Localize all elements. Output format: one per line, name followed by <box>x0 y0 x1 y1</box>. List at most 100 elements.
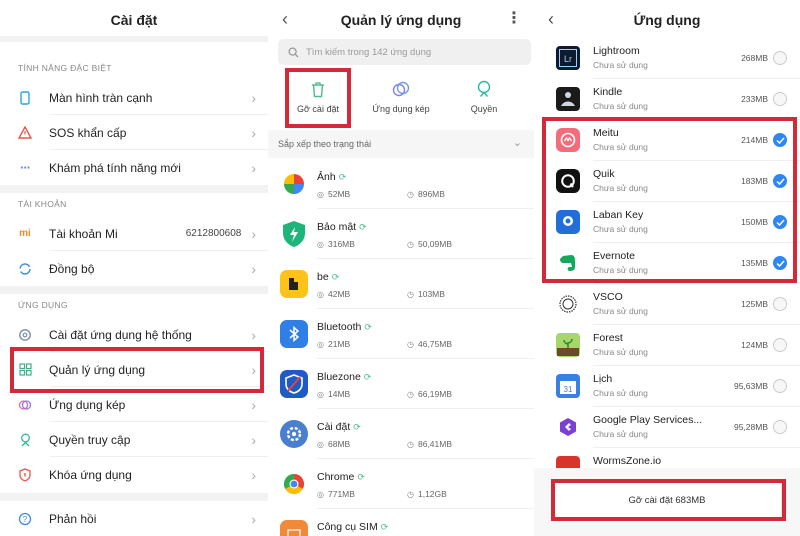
dual-apps-button[interactable]: Ứng dụng kép <box>361 70 441 114</box>
app-row[interactable]: Kindle Chưa sử dụng 233MB <box>534 79 800 120</box>
back-arrow-icon[interactable]: ‹ <box>282 9 288 30</box>
app-row[interactable]: 31 Lịch Chưa sử dụng 95,63MB <box>534 366 800 407</box>
app-row[interactable]: Bluetooth ⟳ ◎ 21MB ◷ 46,75MB <box>268 309 534 359</box>
app-row[interactable]: be ⟳ ◎ 42MB ◷ 103MB <box>268 259 534 309</box>
loading-icon: ⟳ <box>357 472 365 482</box>
more-options-icon[interactable]: ⋮ <box>506 8 522 28</box>
app-name: Chrome <box>317 471 355 483</box>
app-row[interactable]: Evernote Chưa sử dụng 135MB <box>534 243 800 284</box>
chevron-right-icon: › <box>251 124 256 141</box>
uninstall-button[interactable]: Gỡ cài đặt <box>278 70 358 114</box>
app-row[interactable]: Công cụ SIM ⟳ <box>268 509 534 536</box>
app-size: 52MB <box>327 189 351 199</box>
vsco-icon <box>556 292 580 316</box>
account-id: 6212800608 <box>185 228 242 239</box>
app-name: VSCO <box>593 291 623 303</box>
dots-icon: ··· <box>20 160 31 175</box>
app-storage: 896MB <box>417 189 445 199</box>
settings-title: Cài đặt <box>110 12 158 28</box>
app-size: 233MB <box>741 94 768 104</box>
app-storage: 1,12GB <box>417 489 447 499</box>
app-name: Ảnh <box>317 171 336 183</box>
permissions-button[interactable]: Quyền <box>444 70 524 114</box>
checkmark-icon <box>775 177 785 185</box>
checked-checkbox[interactable] <box>773 174 787 188</box>
chevron-right-icon: › <box>251 159 256 176</box>
settings-item-label: Đồng bộ <box>49 261 95 276</box>
quik-icon <box>556 169 580 193</box>
app-row[interactable]: Chrome ⟳ ◎ 771MB ◷ 1,12GB <box>268 459 534 509</box>
select-checkbox[interactable] <box>773 420 787 434</box>
feedback-icon: ? <box>18 512 32 526</box>
checked-checkbox[interactable] <box>773 133 787 147</box>
loading-icon: ⟳ <box>359 222 367 232</box>
gear-icon <box>18 328 32 342</box>
select-checkbox[interactable] <box>773 338 787 352</box>
app-size: 135MB <box>741 258 768 268</box>
storage-icon: ◷ <box>407 389 414 399</box>
settings-item-feedback[interactable]: ? Phản hồi › <box>0 501 268 536</box>
select-checkbox[interactable] <box>773 297 787 311</box>
settings-item-dual-apps[interactable]: Ứng dụng kép › <box>0 387 268 422</box>
section-apps: ỨNG DỤNG <box>18 300 68 310</box>
app-row[interactable]: Cài đặt ⟳ ◎ 68MB ◷ 86,41MB <box>268 409 534 459</box>
chevron-right-icon: › <box>251 396 256 413</box>
sim-tool-icon <box>280 520 308 536</box>
select-checkbox[interactable] <box>773 92 787 106</box>
app-name: WormsZone.io <box>593 455 662 467</box>
bluezone-icon <box>280 370 308 398</box>
search-input[interactable]: Tìm kiếm trong 142 ứng dụng <box>278 39 531 65</box>
select-checkbox[interactable] <box>773 51 787 65</box>
chevron-right-icon: › <box>251 89 256 106</box>
app-storage: 86,41MB <box>417 439 453 449</box>
settings-item-permissions[interactable]: Quyền truy cập › <box>0 422 268 457</box>
action-bar: Gỡ cài đặt Ứng dụng kép Quyền <box>268 70 534 124</box>
checkmark-icon <box>775 136 785 144</box>
app-row[interactable]: Lr Lightroom Chưa sử dụng 268MB <box>534 38 800 79</box>
settings-item-system-apps[interactable]: Cài đặt ứng dụng hệ thống › <box>0 317 268 352</box>
app-name: Quik <box>593 168 615 180</box>
manage-apps-panel: Quản lý ứng dụng ‹ ⋮ Tìm kiếm trong 142 … <box>268 0 534 536</box>
evernote-icon <box>556 251 580 275</box>
checked-checkbox[interactable] <box>773 215 787 229</box>
uninstall-selected-button[interactable]: Gỡ cài đặt 683MB <box>552 482 782 518</box>
settings-item-label: SOS khẩn cấp <box>49 125 127 140</box>
select-checkbox[interactable] <box>773 379 787 393</box>
app-name: Meitu <box>593 127 619 139</box>
app-size: 21MB <box>327 339 351 349</box>
sort-dropdown[interactable]: Sắp xếp theo trạng thái ⌄ <box>268 130 534 158</box>
settings-item-full-screen[interactable]: Màn hình tràn cạnh › <box>0 80 268 115</box>
app-row[interactable]: Quik Chưa sử dụng 183MB <box>534 161 800 202</box>
settings-item-manage-apps[interactable]: Quản lý ứng dụng › <box>0 352 268 387</box>
svg-text:?: ? <box>23 515 28 524</box>
app-row[interactable]: Laban Key Chưa sử dụng 150MB <box>534 202 800 243</box>
settings-item-discover[interactable]: ··· Khám phá tính năng mới › <box>0 150 268 185</box>
shield-icon <box>444 78 524 100</box>
checked-checkbox[interactable] <box>773 256 787 270</box>
back-arrow-icon[interactable]: ‹ <box>548 9 554 30</box>
app-size-icon: ◎ <box>317 239 324 249</box>
mi-icon: mi <box>19 228 31 239</box>
settings-item-app-lock[interactable]: Khóa ứng dụng › <box>0 457 268 492</box>
settings-item-sos[interactable]: SOS khẩn cấp › <box>0 115 268 150</box>
section-account: TÀI KHOẢN <box>18 199 67 209</box>
app-row[interactable]: Meitu Chưa sử dụng 214MB <box>534 120 800 161</box>
checkmark-icon <box>775 259 785 267</box>
settings-panel: Cài đặt TÍNH NĂNG ĐẶC BIỆT Màn hình tràn… <box>0 0 268 536</box>
app-size: 42MB <box>327 289 351 299</box>
app-row[interactable]: VSCO Chưa sử dụng 125MB <box>534 284 800 325</box>
permission-icon <box>18 433 32 447</box>
settings-item-mi-account[interactable]: mi Tài khoản Mi 6212800608 › <box>0 216 268 251</box>
manage-apps-title: Quản lý ứng dụng <box>340 12 462 28</box>
settings-item-sync[interactable]: Đồng bộ › <box>0 251 268 286</box>
app-row[interactable]: Google Play Services... Chưa sử dụng 95,… <box>534 407 800 448</box>
app-size: 14MB <box>327 389 351 399</box>
app-size: 124MB <box>741 340 768 350</box>
app-size-icon: ◎ <box>317 289 324 299</box>
app-row[interactable]: Bluezone ⟳ ◎ 14MB ◷ 66,19MB <box>268 359 534 409</box>
app-row[interactable]: Forest Chưa sử dụng 124MB <box>534 325 800 366</box>
settings-item-label: Khám phá tính năng mới <box>49 160 181 175</box>
app-size-icon: ◎ <box>317 489 324 499</box>
app-row[interactable]: Bảo mật ⟳ ◎ 316MB ◷ 50,09MB <box>268 209 534 259</box>
app-row[interactable]: Ảnh ⟳ ◎ 52MB ◷ 896MB <box>268 159 534 209</box>
